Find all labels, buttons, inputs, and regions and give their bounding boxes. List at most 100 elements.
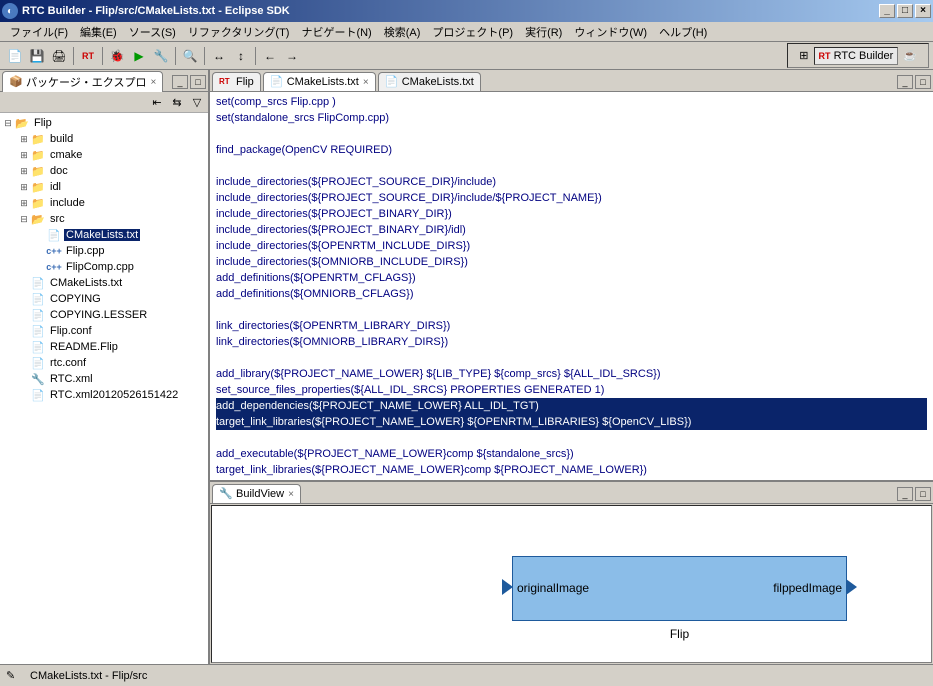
menu-item[interactable]: リファクタリング(T) (182, 22, 296, 42)
tree-item[interactable]: 📄CMakeLists.txt (2, 275, 206, 291)
menu-item[interactable]: 実行(R) (519, 22, 568, 42)
tree-item[interactable]: 🔧RTC.xml (2, 371, 206, 387)
tree-item[interactable]: ⊞📁doc (2, 163, 206, 179)
tab-label: CMakeLists.txt (287, 76, 359, 88)
tree-label: Flip.conf (48, 325, 94, 337)
highlighted-line-2: target_link_libraries(${PROJECT_NAME_LOW… (216, 414, 927, 430)
component-box[interactable]: originalImage filppedImage Flip (512, 556, 847, 621)
file-icon: 📄 (30, 324, 46, 338)
minimize-view-icon[interactable]: _ (172, 75, 188, 89)
editor-tab[interactable]: RTFlip (212, 72, 261, 91)
folder-icon: 📂 (30, 212, 46, 226)
tree-label: README.Flip (48, 341, 120, 353)
menu-item[interactable]: 検索(A) (378, 22, 427, 42)
menu-item[interactable]: ファイル(F) (4, 22, 74, 42)
minimize-view-icon[interactable]: _ (897, 75, 913, 89)
output-port-icon[interactable] (846, 579, 857, 595)
new-icon[interactable]: 📄 (5, 46, 25, 66)
tree-label: Flip (32, 117, 54, 129)
ext-tools-icon[interactable]: 🔧 (151, 46, 171, 66)
link-editor-icon[interactable]: ⇆ (168, 94, 186, 110)
minimize-view-icon[interactable]: _ (897, 487, 913, 501)
close-icon[interactable]: × (363, 77, 369, 88)
tree-item[interactable]: 📄rtc.conf (2, 355, 206, 371)
nav-icon[interactable]: ↔ (209, 46, 229, 66)
tree-item[interactable]: ⊞📁include (2, 195, 206, 211)
rtc-builder-perspective[interactable]: RT RTC Builder (814, 47, 899, 65)
run-icon[interactable]: ▶ (129, 46, 149, 66)
menu-item[interactable]: ヘルプ(H) (653, 22, 713, 42)
tree-item[interactable]: ⊞📁idl (2, 179, 206, 195)
maximize-view-icon[interactable]: □ (190, 75, 206, 89)
menu-item[interactable]: ウィンドウ(W) (568, 22, 653, 42)
code-editor[interactable]: set(comp_srcs Flip.cpp ) set(standalone_… (210, 92, 933, 480)
project-tree[interactable]: ⊟📂Flip⊞📁build⊞📁cmake⊞📁doc⊞📁idl⊞📁include⊟… (0, 113, 208, 664)
window-title: RTC Builder - Flip/src/CMakeLists.txt - … (22, 5, 290, 17)
tree-item[interactable]: 📄CMakeLists.txt (2, 227, 206, 243)
nav2-icon[interactable]: ↕ (231, 46, 251, 66)
tree-label: src (48, 213, 67, 225)
tree-item[interactable]: c++FlipComp.cpp (2, 259, 206, 275)
main-toolbar: 📄 💾 🖨 RT 🐞 ▶ 🔧 🔍 ↔ ↕ ← → ⊞ RT RTC Builde… (0, 42, 933, 70)
writable-icon: ✎ (6, 669, 22, 682)
tab-buildview[interactable]: 🔧 BuildView × (212, 484, 301, 503)
tree-item[interactable]: ⊟📂src (2, 211, 206, 227)
menu-item[interactable]: プロジェクト(P) (426, 22, 519, 42)
tree-item[interactable]: 📄COPYING (2, 291, 206, 307)
editor-tab[interactable]: 📄CMakeLists.txt (378, 72, 481, 91)
build-view-panel: 🔧 BuildView × _ □ originalImage filppedI… (210, 480, 933, 664)
view-menu-icon[interactable]: ▽ (188, 94, 206, 110)
forward-icon[interactable]: → (282, 46, 302, 66)
build-canvas[interactable]: originalImage filppedImage Flip (211, 505, 932, 663)
java-perspective-icon[interactable]: ☕ (898, 46, 922, 65)
package-icon: 📦 (9, 75, 23, 89)
tree-item[interactable]: ⊞📁cmake (2, 147, 206, 163)
print-icon[interactable]: 🖨 (49, 46, 69, 66)
maximize-view-icon[interactable]: □ (915, 75, 931, 89)
file-icon: 📄 (30, 388, 46, 402)
open-perspective-button[interactable]: ⊞ (794, 46, 813, 65)
expander-icon[interactable]: ⊟ (2, 118, 14, 129)
tree-item[interactable]: 📄README.Flip (2, 339, 206, 355)
tree-label: idl (48, 181, 63, 193)
tree-item[interactable]: 📄RTC.xml20120526151422 (2, 387, 206, 403)
minimize-button[interactable]: _ (879, 4, 895, 18)
input-port-icon[interactable] (502, 579, 513, 595)
tree-label: COPYING.LESSER (48, 309, 149, 321)
folder-icon: 📁 (30, 148, 46, 162)
close-icon[interactable]: × (288, 489, 294, 500)
status-bar: ✎ CMakeLists.txt - Flip/src (0, 664, 933, 686)
file-icon: 📄 (46, 228, 62, 242)
tree-label: Flip.cpp (64, 245, 107, 257)
rt-icon[interactable]: RT (78, 46, 98, 66)
maximize-button[interactable]: □ (897, 4, 913, 18)
tree-item[interactable]: ⊞📁build (2, 131, 206, 147)
close-window-button[interactable]: × (915, 4, 931, 18)
file-icon: 📄 (30, 308, 46, 322)
tree-label: build (48, 133, 75, 145)
expander-icon[interactable]: ⊟ (18, 214, 30, 225)
tree-item[interactable]: ⊟📂Flip (2, 115, 206, 131)
search-icon[interactable]: 🔍 (180, 46, 200, 66)
expander-icon[interactable]: ⊞ (18, 198, 30, 209)
close-icon[interactable]: × (150, 77, 156, 88)
expander-icon[interactable]: ⊞ (18, 134, 30, 145)
file-icon: 📄 (30, 276, 46, 290)
menu-item[interactable]: ソース(S) (123, 22, 182, 42)
perspective-switcher: ⊞ RT RTC Builder ☕ (787, 43, 929, 68)
expander-icon[interactable]: ⊞ (18, 150, 30, 161)
maximize-view-icon[interactable]: □ (915, 487, 931, 501)
expander-icon[interactable]: ⊞ (18, 182, 30, 193)
tree-item[interactable]: 📄COPYING.LESSER (2, 307, 206, 323)
tab-package-explorer[interactable]: 📦 パッケージ・エクスプロ × (2, 71, 163, 92)
back-icon[interactable]: ← (260, 46, 280, 66)
tree-item[interactable]: 📄Flip.conf (2, 323, 206, 339)
editor-tab[interactable]: 📄CMakeLists.txt× (263, 72, 376, 91)
expander-icon[interactable]: ⊞ (18, 166, 30, 177)
menu-item[interactable]: 編集(E) (74, 22, 123, 42)
collapse-all-icon[interactable]: ⇤ (148, 94, 166, 110)
save-icon[interactable]: 💾 (27, 46, 47, 66)
debug-icon[interactable]: 🐞 (107, 46, 127, 66)
menu-item[interactable]: ナビゲート(N) (295, 22, 377, 42)
tree-item[interactable]: c++Flip.cpp (2, 243, 206, 259)
